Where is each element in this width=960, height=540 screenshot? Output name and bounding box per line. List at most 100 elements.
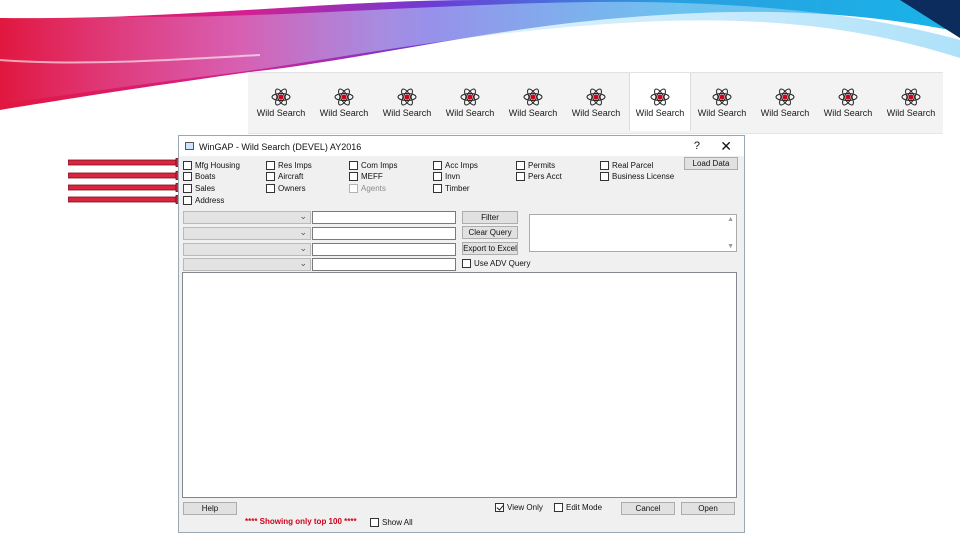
checkbox-box[interactable] [183,184,192,193]
results-grid[interactable] [182,272,737,498]
atom-icon [901,88,921,106]
export-to-excel-button[interactable]: Export to Excel [462,242,518,255]
scroll-down-icon[interactable]: ▼ [727,243,734,250]
toolbar-item-label: Wild Search [571,108,621,118]
toolbar-item-wild-search[interactable]: Wild Search [818,87,878,131]
toolbar-item-wild-search[interactable]: Wild Search [251,87,311,131]
checkbox-mfg-housing[interactable]: Mfg Housing [183,161,240,171]
toolbar-item-label: Wild Search [445,108,495,118]
checkbox-box[interactable] [183,161,192,170]
checkbox-view-only[interactable]: View Only [495,503,543,513]
adv-query-textarea[interactable]: ▲ ▼ [529,214,737,252]
filter-button[interactable]: Filter [462,211,518,224]
checkbox-box[interactable] [600,172,609,181]
query-value-input-4[interactable] [312,258,456,271]
checkbox-box[interactable] [433,184,442,193]
checkbox-box[interactable] [370,518,379,527]
checkbox-meff[interactable]: MEFF [349,172,383,182]
checkbox-box[interactable] [554,503,563,512]
atom-icon [712,88,732,106]
scroll-up-icon[interactable]: ▲ [727,216,734,223]
checkbox-box[interactable] [495,503,504,512]
checkbox-edit-mode[interactable]: Edit Mode [554,503,602,513]
checkbox-box[interactable] [516,161,525,170]
scrollbar[interactable]: ▲ ▼ [724,215,736,251]
checkbox-box[interactable] [516,172,525,181]
checkbox-box [349,184,358,193]
chevron-down-icon[interactable]: ⌄ [183,258,311,271]
chevron-down-icon[interactable]: ⌄ [183,243,311,256]
checkbox-acc-imps[interactable]: Acc Imps [433,161,478,171]
toolbar-item-label: Wild Search [697,108,747,118]
checkbox-box[interactable] [266,161,275,170]
atom-icon [271,88,291,106]
checkbox-address[interactable]: Address [183,196,224,206]
atom-icon [397,88,417,106]
atom-icon [838,88,858,106]
checkbox-pers-acct[interactable]: Pers Acct [516,172,562,182]
query-value-input-2[interactable] [312,227,456,240]
help-icon[interactable]: ? [694,140,700,152]
checkbox-box[interactable] [183,172,192,181]
atom-icon [523,88,543,106]
toolbar-item-wild-search[interactable]: Wild Search [692,87,752,131]
toolbar-item-wild-search[interactable]: Wild Search [314,87,374,131]
query-value-input-1[interactable] [312,211,456,224]
chevron-down-icon[interactable]: ⌄ [183,227,311,240]
checkbox-com-imps[interactable]: Com Imps [349,161,397,171]
toolbar-item-label: Wild Search [635,108,685,118]
checkbox-show-all[interactable]: Show All [370,518,413,528]
toolbar-item-wild-search[interactable]: Wild Search [377,87,437,131]
checkbox-box[interactable] [349,161,358,170]
toolbar-item-wild-search[interactable]: Wild Search [566,87,626,131]
query-value-input-3[interactable] [312,243,456,256]
checkbox-use-adv-query[interactable]: Use ADV Query [462,259,530,269]
toolbar-item-label: Wild Search [508,108,558,118]
window-title: WinGAP - Wild Search (DEVEL) AY2016 [199,142,362,152]
toolbar-item-label: Wild Search [760,108,810,118]
cancel-button[interactable]: Cancel [621,502,675,515]
chevron-down-icon[interactable]: ⌄ [183,211,311,224]
open-button[interactable]: Open [681,502,735,515]
toolbar-item-wild-search[interactable]: Wild Search [440,87,500,131]
checkbox-invn[interactable]: Invn [433,172,460,182]
toolbar-item-label: Wild Search [382,108,432,118]
toolbar-item-wild-search[interactable]: Wild Search [629,73,691,131]
search-toolbar: Wild Search Wild Search Wild Search Wild Se… [248,72,943,134]
checkbox-owners[interactable]: Owners [266,184,306,194]
checkbox-aircraft[interactable]: Aircraft [266,172,303,182]
checkbox-box[interactable] [462,259,471,268]
atom-icon [334,88,354,106]
checkbox-box[interactable] [433,172,442,181]
close-icon[interactable]: ✕ [720,138,732,155]
checkbox-box[interactable] [433,161,442,170]
toolbar-item-wild-search[interactable]: Wild Search [503,87,563,131]
checkbox-res-imps[interactable]: Res Imps [266,161,312,171]
checkbox-sales[interactable]: Sales [183,184,215,194]
checkbox-timber[interactable]: Timber [433,184,470,194]
checkbox-permits[interactable]: Permits [516,161,555,171]
toolbar-item-wild-search[interactable]: Wild Search [881,87,941,131]
checkbox-agents: Agents [349,184,386,194]
checkbox-box[interactable] [266,184,275,193]
checkbox-real-parcel[interactable]: Real Parcel [600,161,653,171]
app-icon [185,142,194,150]
checkbox-box[interactable] [183,196,192,205]
checkbox-boats[interactable]: Boats [183,172,215,182]
toolbar-item-label: Wild Search [823,108,873,118]
checkbox-business-license[interactable]: Business License [600,172,674,182]
toolbar-item-wild-search[interactable]: Wild Search [755,87,815,131]
help-button[interactable]: Help [183,502,237,515]
toolbar-item-label: Wild Search [256,108,306,118]
red-arrow-boats [68,171,190,180]
showing-top-notice: **** Showing only top 100 **** [245,517,357,526]
load-data-button[interactable]: Load Data [684,157,738,170]
atom-icon [586,88,606,106]
toolbar-item-label: Wild Search [319,108,369,118]
checkbox-box[interactable] [266,172,275,181]
red-arrow-mfg-housing [68,158,190,167]
checkbox-box[interactable] [349,172,358,181]
wild-search-window: WinGAP - Wild Search (DEVEL) AY2016 ? ✕ … [178,135,745,533]
clear-query-button[interactable]: Clear Query [462,226,518,239]
checkbox-box[interactable] [600,161,609,170]
